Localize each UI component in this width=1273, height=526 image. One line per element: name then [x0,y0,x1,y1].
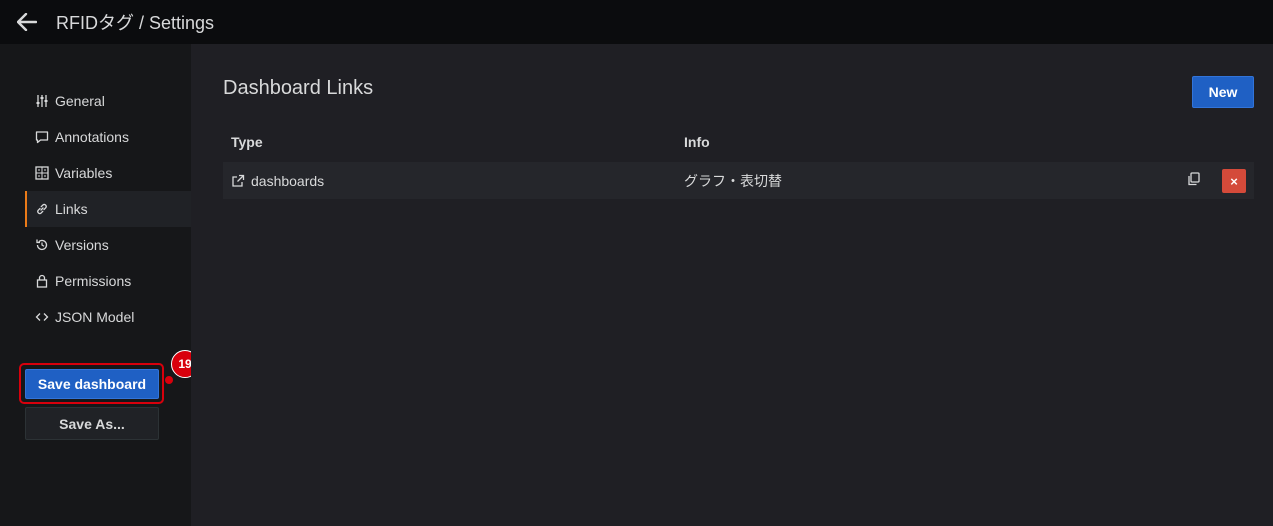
page-title: RFIDタグ / Settings [56,13,215,33]
nav-item-annotations[interactable]: Annotations [25,119,191,155]
delete-link-button[interactable]: × [1222,169,1246,193]
column-header-info: Info [684,134,710,150]
nav-item-label: JSON Model [55,309,135,325]
link-type-cell: dashboards [231,162,324,199]
column-header-type: Type [231,134,263,150]
link-icon [37,203,47,215]
save-dashboard-button[interactable]: Save dashboard [25,369,159,399]
nav-item-variables[interactable]: Variables [25,155,191,191]
external-link-icon [232,174,245,187]
calculator-icon [35,166,49,180]
back-arrow-icon[interactable] [16,11,38,33]
new-link-button[interactable]: New [1192,76,1254,108]
comment-icon [35,131,49,144]
nav-item-label: Links [55,201,88,217]
nav-item-label: Annotations [55,129,129,145]
code-brackets-icon [35,313,49,321]
history-icon [36,239,48,251]
nav-item-json-model[interactable]: JSON Model [25,299,191,335]
step-badge-pointer [165,376,173,384]
save-as-button[interactable]: Save As... [25,407,159,440]
nav-item-label: Permissions [55,273,132,289]
link-type-text: dashboards [251,172,325,189]
nav-item-label: Variables [55,165,113,181]
nav-item-label: Versions [55,237,109,253]
nav-item-links[interactable]: Links [25,191,191,227]
nav-item-versions[interactable]: Versions [25,227,191,263]
settings-nav: General Annotations Variables Links Vers… [25,83,191,335]
nav-item-label: General [55,93,105,109]
sliders-icon [36,95,48,107]
panel-heading: Dashboard Links [223,77,374,99]
top-bar: RFIDタグ / Settings [0,0,1273,44]
link-info-cell: グラフ・表切替 [684,172,782,189]
copy-icon[interactable] [1187,172,1201,186]
links-panel: Dashboard Links New Type Info dashboards… [191,44,1273,526]
lock-icon [36,274,48,288]
settings-sidebar: General Annotations Variables Links Vers… [0,44,199,526]
table-row[interactable]: dashboards グラフ・表切替 × [223,162,1254,199]
nav-item-general[interactable]: General [25,83,191,119]
nav-item-permissions[interactable]: Permissions [25,263,191,299]
